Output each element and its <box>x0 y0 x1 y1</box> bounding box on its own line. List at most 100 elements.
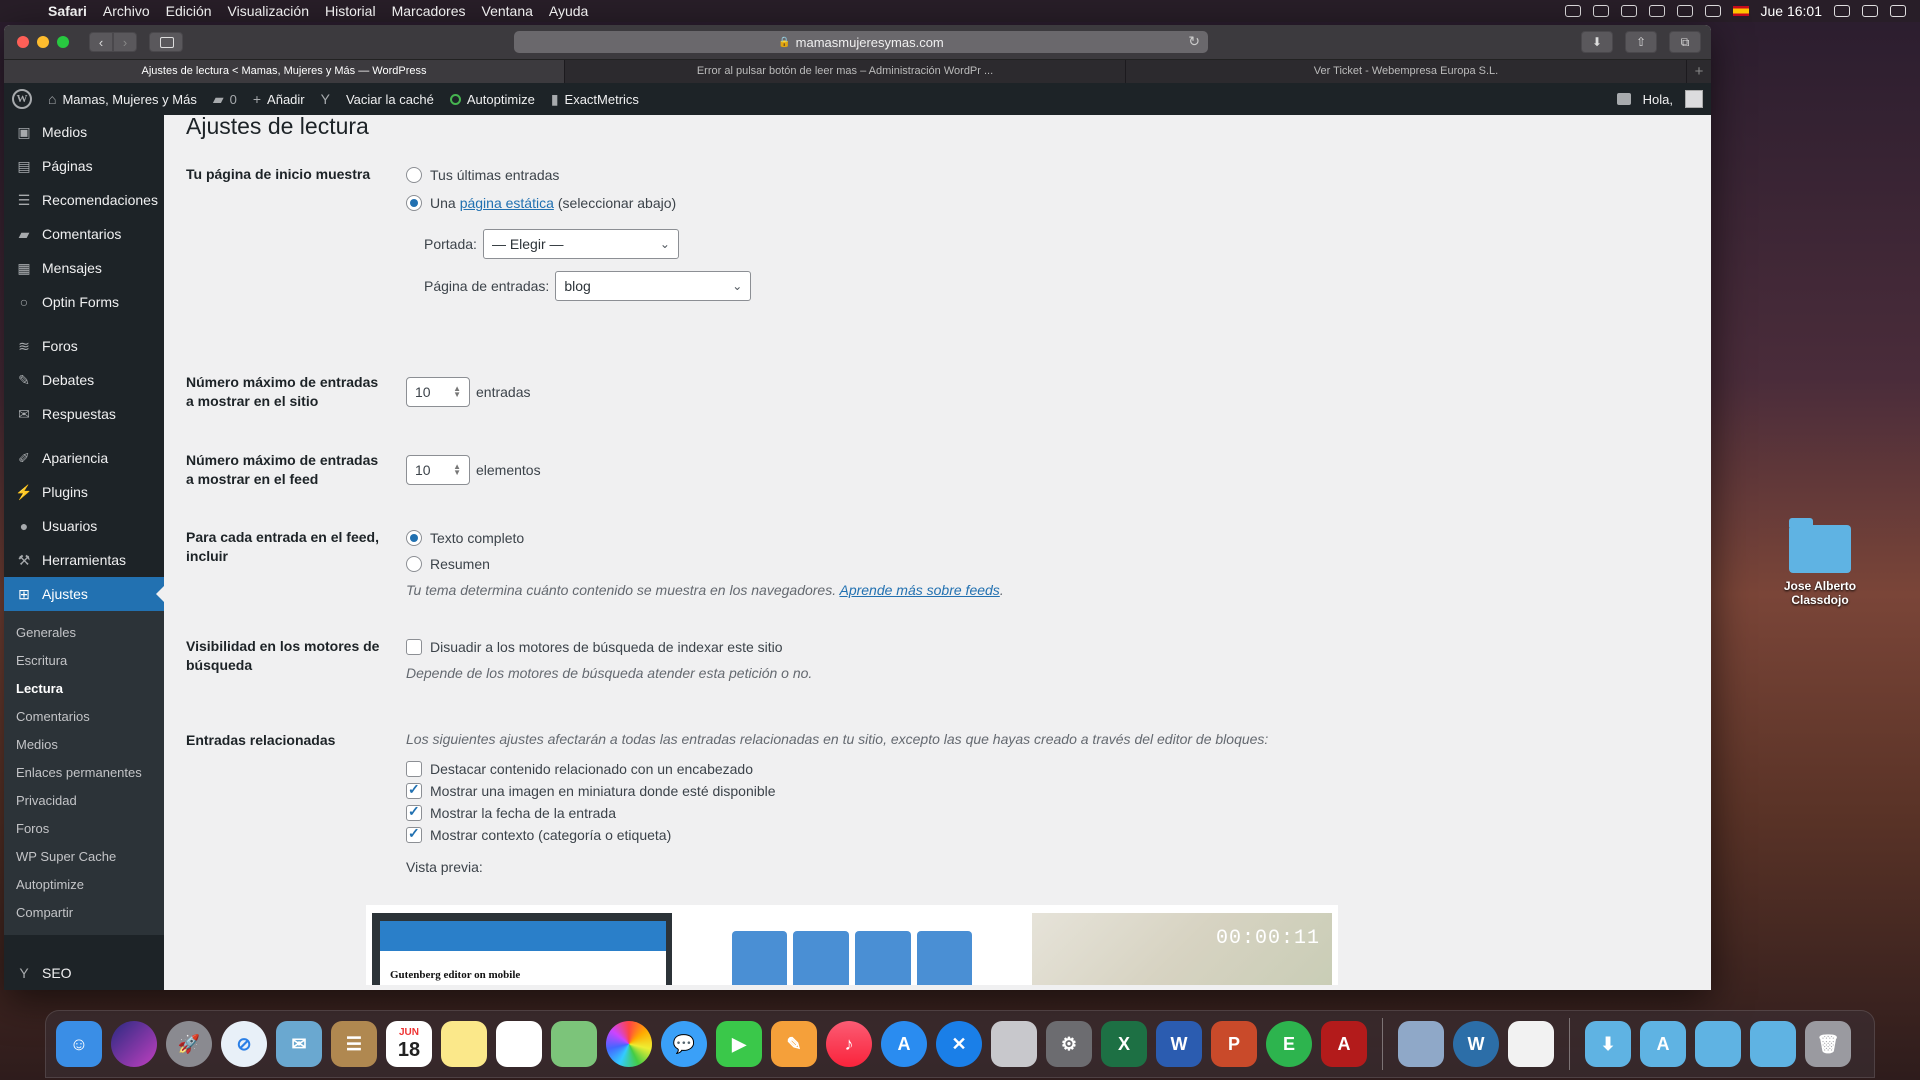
menu-item-apariencia[interactable]: ✐ Apariencia <box>4 441 164 475</box>
submenu-privacidad[interactable]: Privacidad <box>4 787 164 815</box>
submenu-wp-super-cache[interactable]: WP Super Cache <box>4 843 164 871</box>
trash-icon[interactable]: 🗑 <box>1805 1021 1851 1067</box>
submenu-compartir[interactable]: Compartir <box>4 899 164 927</box>
static-page-option[interactable]: Una página estática (seleccionar abajo) <box>406 195 751 211</box>
reminders-icon[interactable] <box>496 1021 542 1067</box>
menu-visualizacion[interactable]: Visualización <box>220 0 317 22</box>
back-button[interactable]: ‹ <box>89 32 113 52</box>
app-store-icon[interactable]: A <box>881 1021 927 1067</box>
submenu-generales[interactable]: Generales <box>4 619 164 647</box>
greeting[interactable]: Hola, <box>1643 92 1673 107</box>
word-icon[interactable]: W <box>1156 1021 1202 1067</box>
photos-icon[interactable] <box>606 1021 652 1067</box>
address-bar[interactable]: 🔒 mamasmujeresymas.com ↻ <box>514 31 1208 53</box>
menu-edicion[interactable]: Edición <box>158 0 220 22</box>
menu-item-recomendaciones[interactable]: ☰ Recomendaciones <box>4 183 164 217</box>
stepper-icon[interactable]: ▲ ▼ <box>453 463 461 477</box>
related-thumbnail-option[interactable]: Mostrar una imagen en miniatura donde es… <box>406 781 1268 799</box>
documents-folder-icon[interactable] <box>1750 1021 1796 1067</box>
menu-item-optin-forms[interactable]: ○ Optin Forms <box>4 285 164 319</box>
menu-item-herramientas[interactable]: ⚒ Herramientas <box>4 543 164 577</box>
maps-icon[interactable] <box>551 1021 597 1067</box>
max-posts-site-input[interactable]: 10 ▲ ▼ <box>406 377 470 407</box>
notification-bubble-icon[interactable] <box>1616 93 1631 105</box>
finder-icon[interactable]: ☺ <box>56 1021 102 1067</box>
downloads-button[interactable]: ⬇ <box>1581 31 1613 53</box>
submenu-medios[interactable]: Medios <box>4 731 164 759</box>
menu-ventana[interactable]: Ventana <box>474 0 541 22</box>
notification-center-icon[interactable] <box>1890 5 1906 17</box>
menu-archivo[interactable]: Archivo <box>95 0 158 22</box>
related-thumbnail-checkbox[interactable] <box>406 781 422 799</box>
related-date-option[interactable]: Mostrar la fecha de la entrada <box>406 803 1268 821</box>
minimize-window-button[interactable] <box>37 36 49 48</box>
menu-ayuda[interactable]: Ayuda <box>541 0 596 22</box>
music-icon[interactable]: ♪ <box>826 1021 872 1067</box>
close-window-button[interactable] <box>17 36 29 48</box>
wordpress-app-icon[interactable]: W <box>1453 1021 1499 1067</box>
avatar[interactable] <box>1685 90 1703 108</box>
pages-app-icon[interactable]: ✎ <box>771 1021 817 1067</box>
add-new-link[interactable]: + Añadir <box>245 83 313 115</box>
tab-ajustes-lectura[interactable]: Ajustes de lectura < Mamas, Mujeres y Má… <box>4 60 565 83</box>
submenu-comentarios[interactable]: Comentarios <box>4 703 164 731</box>
menu-safari[interactable]: Safari <box>40 0 95 22</box>
evernote-icon[interactable]: E <box>1266 1021 1312 1067</box>
facetime-icon[interactable]: ▶ <box>716 1021 762 1067</box>
wifi-icon[interactable] <box>1676 5 1693 17</box>
discourage-search-option[interactable]: Disuadir a los motores de búsqueda de in… <box>406 639 812 655</box>
menu-item-foros[interactable]: ≋ Foros <box>4 329 164 363</box>
bluetooth-icon[interactable] <box>1620 5 1637 17</box>
posts-page-select[interactable]: blog ⌄ <box>555 271 752 301</box>
site-name-link[interactable]: ⌂ Mamas, Mujeres y Más <box>40 83 205 115</box>
disk-utility-icon[interactable] <box>991 1021 1037 1067</box>
new-tab-button[interactable]: + <box>1687 60 1711 83</box>
menu-item-debates[interactable]: ✎ Debates <box>4 363 164 397</box>
xcode-icon[interactable]: ✕ <box>936 1021 982 1067</box>
submenu-enlaces-permanentes[interactable]: Enlaces permanentes <box>4 759 164 787</box>
mail-icon[interactable]: ✉ <box>276 1021 322 1067</box>
discourage-search-checkbox[interactable] <box>406 639 422 655</box>
related-date-checkbox[interactable] <box>406 803 422 821</box>
related-context-checkbox[interactable] <box>406 825 422 843</box>
menu-item-comentarios[interactable]: ▰ Comentarios <box>4 217 164 251</box>
comments-link[interactable]: ▰ 0 <box>205 83 245 115</box>
acrobat-icon[interactable]: A <box>1321 1021 1367 1067</box>
textedit-icon[interactable] <box>1508 1021 1554 1067</box>
menu-item-respuestas[interactable]: ✉ Respuestas <box>4 397 164 431</box>
menu-item-medios[interactable]: ▣ Medios <box>4 115 164 149</box>
spotlight-search-icon[interactable] <box>1834 5 1850 17</box>
max-posts-feed-input[interactable]: 10 ▲ ▼ <box>406 455 470 485</box>
tab-ver-ticket[interactable]: Ver Ticket - Webempresa Europa S.L. <box>1126 60 1687 83</box>
related-heading-option[interactable]: Destacar contenido relacionado con un en… <box>406 761 1268 777</box>
tab-error-leer-mas[interactable]: Error al pulsar botón de leer mas – Admi… <box>565 60 1126 83</box>
siri-icon[interactable] <box>1862 5 1878 17</box>
safari-icon[interactable]: ⊘ <box>221 1021 267 1067</box>
fullscreen-window-button[interactable] <box>57 36 69 48</box>
menu-item-mensajes[interactable]: ▦ Mensajes <box>4 251 164 285</box>
summary-option[interactable]: Resumen <box>406 556 1004 572</box>
contacts-icon[interactable]: ☰ <box>331 1021 377 1067</box>
menu-item-paginas[interactable]: ▤ Páginas <box>4 149 164 183</box>
volume-icon[interactable] <box>1704 5 1721 17</box>
system-preferences-icon[interactable]: ⚙ <box>1046 1021 1092 1067</box>
excel-icon[interactable]: X <box>1101 1021 1147 1067</box>
siri-app-icon[interactable] <box>111 1021 157 1067</box>
menu-item-usuarios[interactable]: ● Usuarios <box>4 509 164 543</box>
submenu-autoptimize[interactable]: Autoptimize <box>4 871 164 899</box>
front-page-select[interactable]: — Elegir — ⌄ <box>482 229 679 259</box>
stepper-icon[interactable]: ▲ ▼ <box>453 385 461 399</box>
menu-historial[interactable]: Historial <box>317 0 384 22</box>
related-context-option[interactable]: Mostrar contexto (categoría o etiqueta) <box>406 825 1268 843</box>
latest-posts-radio[interactable] <box>406 167 422 183</box>
submenu-lectura[interactable]: Lectura <box>4 675 164 703</box>
launchpad-icon[interactable]: 🚀 <box>166 1021 212 1067</box>
full-text-option[interactable]: Texto completo <box>406 530 1004 546</box>
latest-posts-option[interactable]: Tus últimas entradas <box>406 167 751 183</box>
full-text-radio[interactable] <box>406 530 422 546</box>
menu-item-ajustes[interactable]: ⊞ Ajustes <box>4 577 164 611</box>
downloads-folder-icon[interactable]: ⬇ <box>1585 1021 1631 1067</box>
exactmetrics-link[interactable]: ▮ ExactMetrics <box>543 83 647 115</box>
yoast-menu[interactable]: Y <box>313 83 338 115</box>
clear-cache-link[interactable]: Vaciar la caché <box>338 83 442 115</box>
